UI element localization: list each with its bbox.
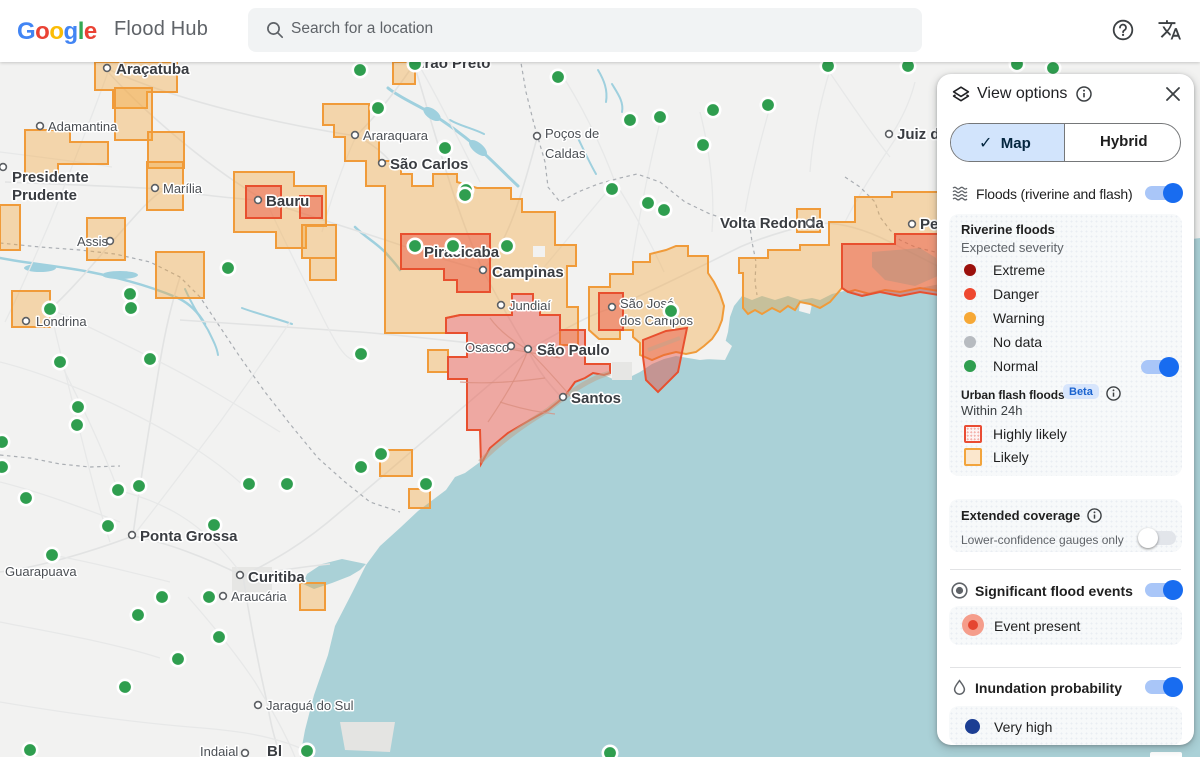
svg-text:São Paulo: São Paulo <box>537 342 610 359</box>
svg-text:Caldas: Caldas <box>545 146 586 161</box>
svg-text:Guarapuava: Guarapuava <box>5 564 77 579</box>
svg-text:Londrina: Londrina <box>36 314 87 329</box>
svg-text:Campinas: Campinas <box>492 264 564 281</box>
svg-text:Assis: Assis <box>77 234 109 249</box>
svg-text:Araçatuba: Araçatuba <box>116 62 190 78</box>
svg-text:eirão Preto: eirão Preto <box>412 62 490 72</box>
svg-text:Araucária: Araucária <box>231 589 287 604</box>
svg-text:São Carlos: São Carlos <box>390 156 468 173</box>
svg-text:Araraquara: Araraquara <box>363 128 429 143</box>
svg-text:Indaial: Indaial <box>200 744 238 757</box>
svg-text:Ponta Grossa: Ponta Grossa <box>140 528 238 545</box>
svg-text:Poços de: Poços de <box>545 126 599 141</box>
svg-text:dos Campos: dos Campos <box>620 313 693 328</box>
svg-text:Bl: Bl <box>267 743 282 757</box>
svg-text:Piracicaba: Piracicaba <box>424 244 500 261</box>
svg-text:Adamantina: Adamantina <box>48 119 118 134</box>
svg-text:Curitiba: Curitiba <box>248 569 305 586</box>
svg-text:Jundiaí: Jundiaí <box>509 298 551 313</box>
svg-text:Presidente: Presidente <box>12 169 89 186</box>
svg-text:Prudente: Prudente <box>12 187 77 204</box>
svg-text:Osasco: Osasco <box>465 340 509 355</box>
svg-text:Jaraguá do Sul: Jaraguá do Sul <box>266 698 354 713</box>
svg-text:Santos: Santos <box>571 390 621 407</box>
svg-text:Marília: Marília <box>163 181 203 196</box>
svg-text:Bauru: Bauru <box>266 193 309 210</box>
